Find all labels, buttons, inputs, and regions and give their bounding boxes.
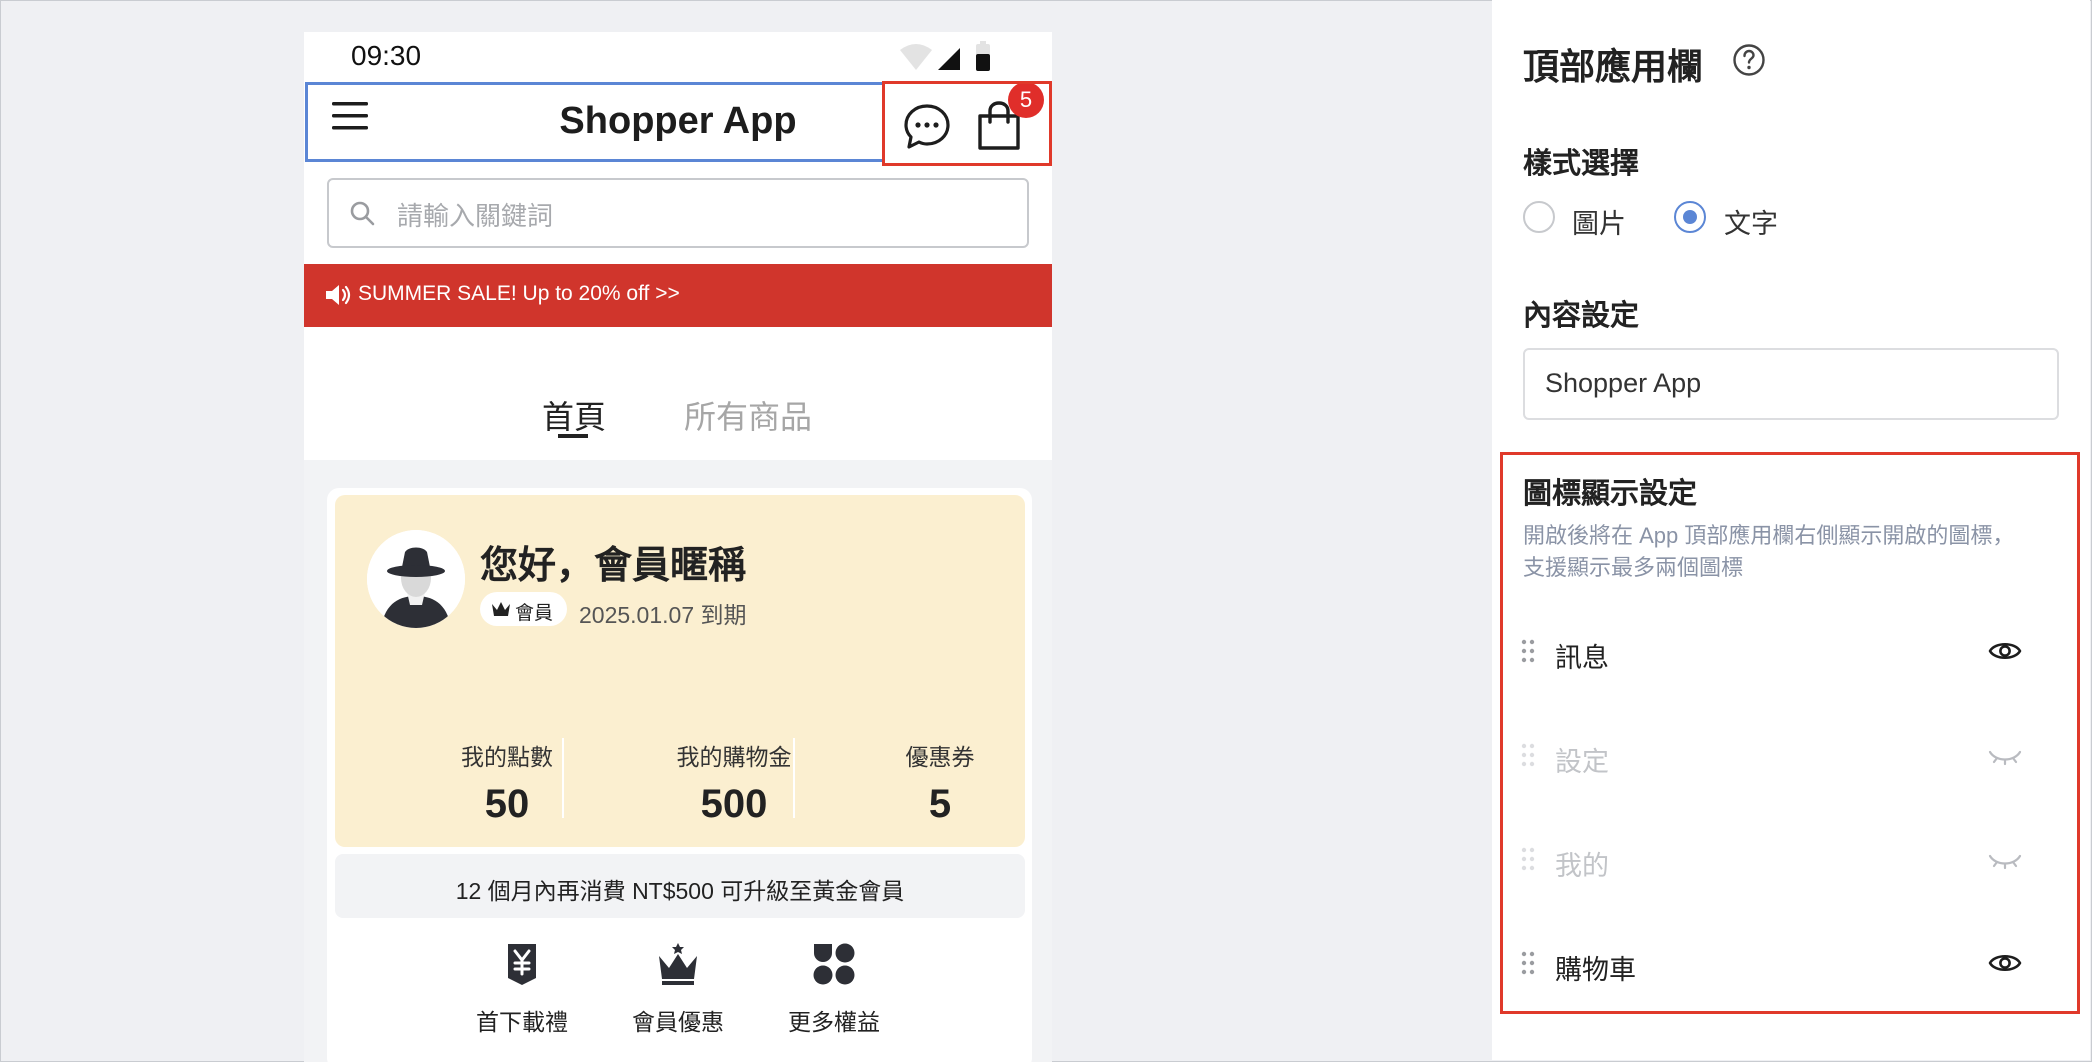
- stat-value: 5: [928, 782, 952, 826]
- settings-title: 頂部應用欄: [1523, 46, 1704, 87]
- member-tier-chip: 會員: [480, 592, 567, 626]
- title-text-field[interactable]: [1523, 348, 2059, 420]
- stat-divider: [562, 738, 564, 818]
- member-tier-label: 會員: [515, 603, 554, 624]
- promo-banner[interactable]: SUMMER SALE! Up to 20% off >>: [304, 264, 1052, 327]
- perk-label: 更多權益: [788, 1009, 880, 1035]
- banner-text: SUMMER SALE! Up to 20% off >>: [358, 282, 680, 305]
- signal-battery-icon: [900, 41, 990, 71]
- icon-section-description: 開啟後將在 App 頂部應用欄右側顯示開啟的圖標，支援顯示最多兩個圖標: [1523, 523, 2015, 580]
- icon-row-cart[interactable]: 購物車: [1500, 933, 2080, 993]
- upgrade-notice: 12 個月內再消費 NT$500 可升級至黃金會員: [335, 854, 1025, 918]
- radio-image-label[interactable]: 圖片: [1572, 202, 1626, 241]
- eye-closed-icon[interactable]: [1988, 845, 2022, 873]
- status-time: 09:30: [351, 40, 422, 71]
- icon-section-heading: 圖標顯示設定: [1523, 478, 1698, 510]
- upgrade-text: 12 個月內再消費 NT$500 可升級至黃金會員: [455, 878, 905, 904]
- stat-label: 我的購物金: [676, 744, 792, 770]
- member-expiry: 2025.01.07 到期: [579, 602, 747, 628]
- help-circle-icon[interactable]: [1732, 43, 1766, 77]
- icon-row-profile[interactable]: 我的: [1500, 829, 2080, 889]
- speaker-icon: [326, 285, 351, 305]
- crown-icon: [659, 943, 697, 985]
- yen-badge-icon: [508, 944, 536, 985]
- radio-text-label[interactable]: 文字: [1724, 202, 1778, 241]
- stat-shopping-credit[interactable]: 我的購物金 500: [619, 738, 849, 827]
- stat-divider: [793, 738, 795, 818]
- search-placeholder: 請輸入關鍵詞: [397, 201, 554, 231]
- stat-coupons[interactable]: 優惠券 5: [825, 738, 1052, 827]
- perk-member-discounts[interactable]: 會員優惠: [608, 942, 748, 1037]
- perk-first-download-gift[interactable]: 首下載禮: [452, 942, 592, 1037]
- content-section-heading: 內容設定: [1523, 300, 1640, 332]
- drag-handle-icon[interactable]: [1521, 951, 1535, 975]
- radio-image[interactable]: [1523, 201, 1555, 233]
- tab-bar: [304, 327, 1052, 460]
- crown-icon: [492, 602, 510, 616]
- tab-all-products[interactable]: 所有商品: [684, 392, 812, 438]
- icon-row-label: 設定: [1555, 747, 1609, 777]
- stat-label: 優惠券: [905, 744, 975, 770]
- radio-text[interactable]: [1674, 201, 1706, 233]
- stat-label: 我的點數: [461, 744, 553, 770]
- cart-badge: 5: [1008, 82, 1044, 118]
- drag-handle-icon[interactable]: [1521, 743, 1535, 767]
- icon-row-label: 訊息: [1555, 643, 1609, 673]
- phone-preview: 09:30 Shopper App 5 請輸入關鍵詞 SUMMER SALE! …: [304, 32, 1052, 1062]
- drag-handle-icon[interactable]: [1521, 639, 1535, 663]
- icon-row-settings[interactable]: 設定: [1500, 725, 2080, 785]
- avatar: [367, 530, 465, 628]
- tab-home[interactable]: 首頁: [542, 392, 606, 438]
- stat-value: 500: [700, 782, 768, 826]
- status-bar: 09:30: [304, 32, 1052, 80]
- active-tab-indicator: [558, 434, 588, 438]
- style-section-heading: 樣式選擇: [1523, 148, 1640, 180]
- member-greeting: 您好，會員暱稱: [480, 545, 747, 587]
- grid-dots-icon: [813, 943, 855, 985]
- icon-row-label: 我的: [1555, 851, 1609, 881]
- perk-more-benefits[interactable]: 更多權益: [764, 942, 904, 1037]
- eye-closed-icon[interactable]: [1988, 741, 2022, 769]
- chat-bubble-icon[interactable]: [902, 102, 952, 152]
- eye-open-icon[interactable]: [1988, 637, 2022, 665]
- search-input[interactable]: 請輸入關鍵詞: [327, 178, 1029, 248]
- title-input[interactable]: [1545, 368, 2035, 399]
- perk-label: 會員優惠: [632, 1009, 724, 1035]
- stat-points[interactable]: 我的點數 50: [392, 738, 622, 827]
- eye-open-icon[interactable]: [1988, 949, 2022, 977]
- perk-label: 首下載禮: [476, 1009, 568, 1035]
- icon-row-messages[interactable]: 訊息: [1500, 621, 2080, 681]
- drag-handle-icon[interactable]: [1521, 847, 1535, 871]
- search-icon: [350, 201, 375, 226]
- icon-row-label: 購物車: [1555, 955, 1636, 985]
- stat-value: 50: [484, 782, 530, 826]
